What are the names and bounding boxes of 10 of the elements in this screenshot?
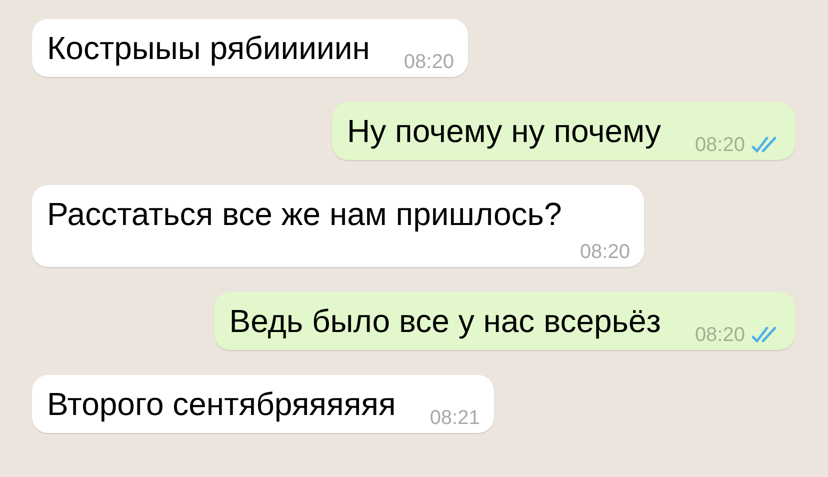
message-time: 08:21 [430, 406, 480, 430]
message-time: 08:20 [694, 323, 745, 347]
message-text: Второго сентябряяяяяя [47, 385, 396, 424]
message-time: 08:20 [580, 240, 630, 264]
message-text: Кострыыы рябииииин [47, 29, 370, 68]
message-text: Ну почему ну почему [346, 112, 661, 151]
message-time: 08:20 [694, 133, 745, 157]
message-text: Ведь было все у нас всерьёз [229, 302, 661, 341]
message-time: 08:20 [404, 50, 454, 74]
message-text: Расстаться все же нам пришлось? [47, 195, 562, 234]
